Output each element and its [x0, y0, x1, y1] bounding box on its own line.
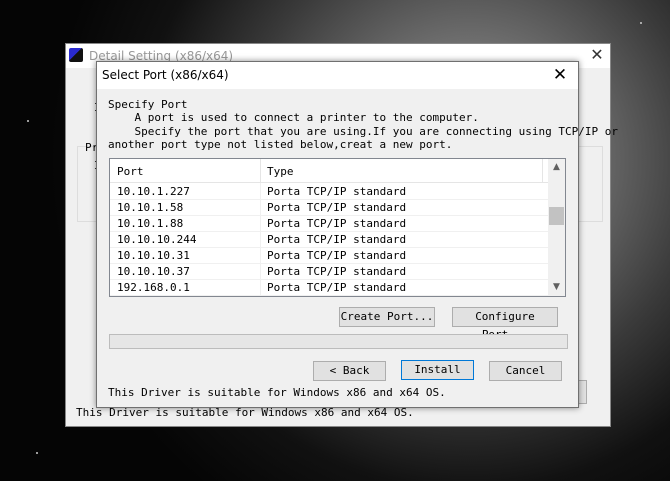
back-button[interactable]: < Back: [313, 361, 386, 381]
install-button[interactable]: Install: [401, 360, 474, 380]
app-icon: [69, 48, 83, 62]
select-port-dialog: Select Port (x86/x64) ✕ Specify Port A p…: [96, 61, 618, 408]
type-cell: Porta TCP/IP standard: [267, 217, 407, 230]
back-window-close-icon[interactable]: ✕: [588, 46, 606, 64]
dialog-close-icon[interactable]: ✕: [550, 65, 570, 85]
port-row[interactable]: 192.168.0.1 Porta TCP/IP standard: [110, 279, 550, 296]
type-cell: Porta TCP/IP standard: [267, 233, 407, 246]
port-list-header: Port Type: [110, 159, 550, 183]
port-cell: 10.10.10.244: [117, 233, 197, 246]
type-cell: Porta TCP/IP standard: [267, 185, 407, 198]
scroll-down-icon[interactable]: ▼: [548, 279, 565, 296]
port-row[interactable]: 10.10.10.37 Porta TCP/IP standard: [110, 263, 550, 280]
port-row[interactable]: 10.10.1.58 Porta TCP/IP standard: [110, 199, 550, 216]
specify-port-heading: Specify Port: [108, 98, 188, 111]
scrollbar-thumb[interactable]: [549, 207, 564, 225]
type-cell: Porta TCP/IP standard: [267, 281, 407, 294]
cancel-button[interactable]: Cancel: [489, 361, 562, 381]
port-row[interactable]: 10.10.10.244 Porta TCP/IP standard: [110, 231, 550, 248]
description-line-3: another port type not listed below,creat…: [108, 138, 453, 151]
port-cell: 10.10.10.37: [117, 265, 190, 278]
port-cell: 192.168.0.1: [117, 281, 190, 294]
type-cell: Porta TCP/IP standard: [267, 249, 407, 262]
port-list[interactable]: Port Type 10.10.1.227 Porta TCP/IP stand…: [109, 158, 566, 297]
port-cell: 10.10.1.227: [117, 185, 190, 198]
create-port-button[interactable]: Create Port...: [339, 307, 435, 327]
description-line-1: A port is used to connect a printer to t…: [108, 111, 479, 124]
dialog-title: Select Port (x86/x64): [102, 68, 229, 82]
port-cell: 10.10.1.58: [117, 201, 184, 214]
column-header-port[interactable]: Port: [117, 165, 144, 178]
port-row[interactable]: 10.10.1.88 Porta TCP/IP standard: [110, 215, 550, 232]
port-row[interactable]: 10.10.10.31 Porta TCP/IP standard: [110, 247, 550, 264]
dialog-titlebar[interactable]: Select Port (x86/x64) ✕: [97, 62, 578, 89]
type-cell: Porta TCP/IP standard: [267, 265, 407, 278]
port-list-scrollbar[interactable]: ▲ ▼: [548, 159, 565, 296]
description-line-2: Specify the port that you are using.If y…: [108, 125, 618, 138]
port-cell: 10.10.10.31: [117, 249, 190, 262]
type-cell: Porta TCP/IP standard: [267, 201, 407, 214]
column-divider[interactable]: [260, 159, 261, 182]
dialog-footer-text: This Driver is suitable for Windows x86 …: [108, 386, 446, 399]
configure-port-button[interactable]: Configure Port...: [452, 307, 558, 341]
column-header-type[interactable]: Type: [267, 165, 294, 178]
column-divider[interactable]: [542, 159, 543, 182]
scroll-up-icon[interactable]: ▲: [548, 159, 565, 176]
port-cell: 10.10.1.88: [117, 217, 184, 230]
install-progress-bar: [109, 334, 568, 349]
port-row[interactable]: 10.10.1.227 Porta TCP/IP standard: [110, 183, 550, 200]
